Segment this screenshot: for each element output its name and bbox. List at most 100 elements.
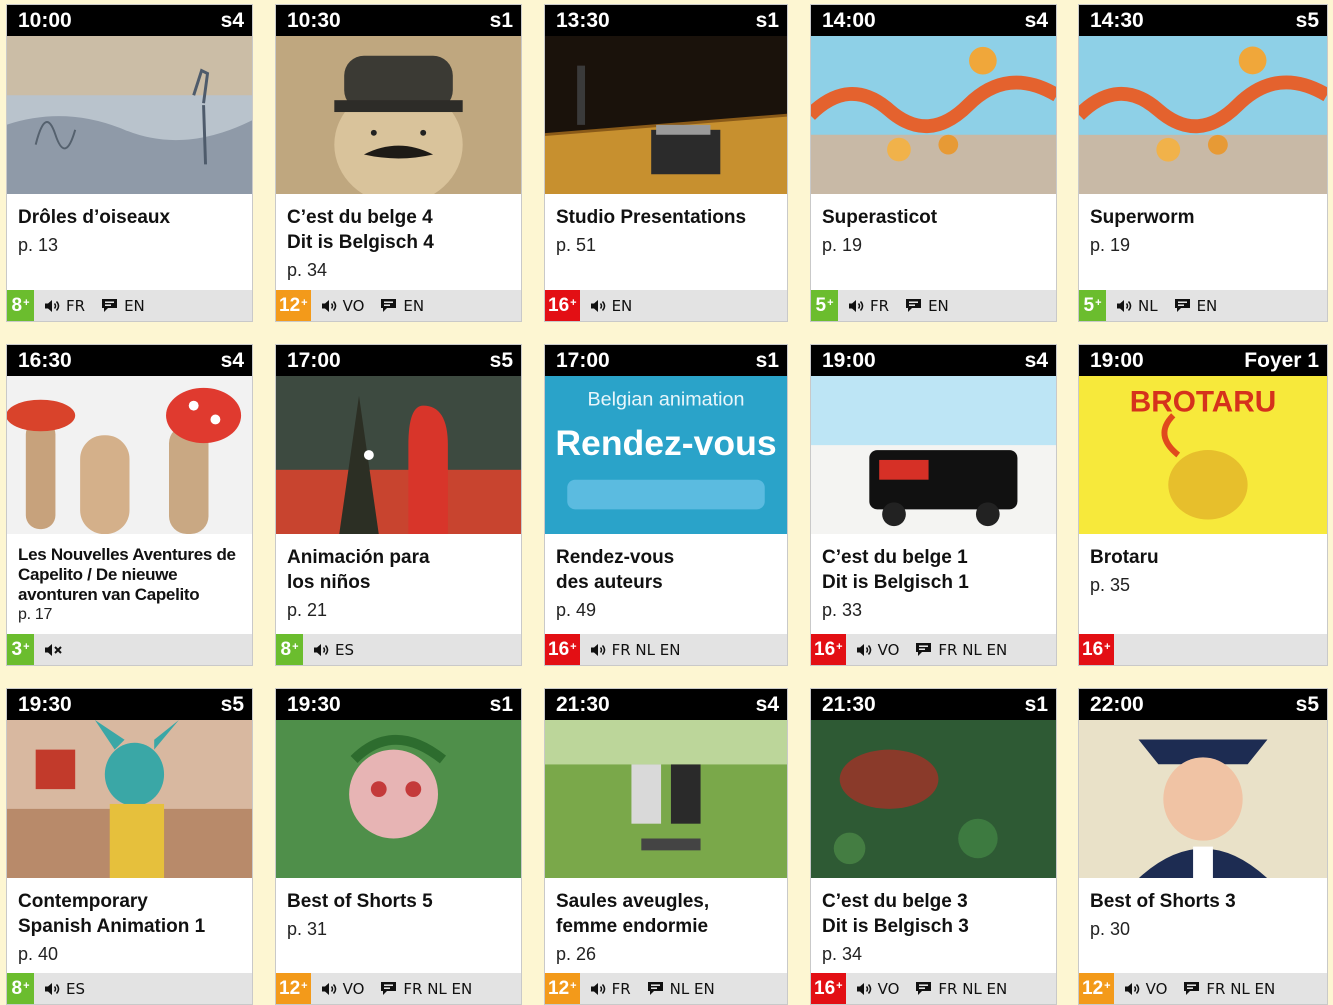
catalog-page-reference: p. 19	[822, 235, 863, 255]
card-header: 19:00 Foyer 1	[1079, 345, 1327, 376]
card-header: 10:30 s1	[276, 5, 521, 36]
film-title-text: Animación para los niños	[287, 547, 430, 593]
age-rating-badge: 12 +	[276, 973, 311, 1004]
screening-time: 14:30	[1090, 9, 1144, 32]
screening-card[interactable]: 22:00 s5 Best of Shorts 3 p. 30 12 + VO FR …	[1078, 688, 1328, 1005]
speech-bubble-icon	[380, 981, 397, 996]
age-rating-badge: 16 +	[811, 973, 846, 1004]
film-still-image	[545, 36, 787, 194]
audio-language: NL	[1138, 296, 1158, 315]
screening-card[interactable]: 10:30 s1 C’est du belge 4 Dit is Belgisch…	[275, 4, 522, 322]
screening-time: 14:00	[822, 9, 876, 32]
speech-bubble-icon	[915, 642, 932, 657]
speaker-icon	[44, 982, 60, 996]
screening-time: 19:30	[287, 693, 341, 716]
screening-info-bar: 3 +	[7, 634, 252, 665]
screening-info-bar: 5 + FR EN	[811, 290, 1056, 321]
card-header: 19:00 s4	[811, 345, 1056, 376]
subtitle-languages: FR NL EN	[938, 640, 1008, 659]
screening-card[interactable]: 17:00 s5 Animación para los niños p. 21 8…	[275, 344, 522, 666]
catalog-page-reference: p. 26	[556, 944, 597, 964]
screening-card[interactable]: 21:30 s1 C’est du belge 3 Dit is Belgisch…	[810, 688, 1057, 1005]
screening-card[interactable]: 19:00 s4 C’est du belge 1 Dit is Belgisch…	[810, 344, 1057, 666]
catalog-page-reference: p. 40	[18, 944, 59, 964]
card-header: 14:30 s5	[1079, 5, 1327, 36]
catalog-page-reference: p. 21	[287, 600, 328, 620]
speaker-icon	[321, 982, 337, 996]
screening-info-bar: 16 + VO FR NL EN	[811, 973, 1056, 1004]
image-title-text: BROTARU	[1130, 385, 1277, 418]
catalog-page-reference: p. 34	[822, 944, 863, 964]
speech-bubble-icon	[905, 298, 922, 313]
speech-bubble-icon	[647, 981, 664, 996]
film-title: Les Nouvelles Aventures de Capelito / De…	[18, 545, 246, 625]
age-rating-badge: 8 +	[7, 290, 34, 321]
film-title: Saules aveugles, femme endormie p. 26	[556, 889, 781, 967]
film-title: Best of Shorts 3 p. 30	[1090, 889, 1321, 942]
film-still-image	[7, 720, 252, 878]
age-rating-badge: 12 +	[1079, 973, 1114, 1004]
screening-card[interactable]: 13:30 s1 Studio Presentations p. 51 16 + E…	[544, 4, 788, 322]
screening-time: 19:30	[18, 693, 72, 716]
card-header: 13:30 s1	[545, 5, 787, 36]
film-title-text: Rendez-vous des auteurs	[556, 547, 675, 593]
screening-time: 13:30	[556, 9, 610, 32]
screening-card[interactable]: 19:30 s5 Contemporary Spanish Animation 1…	[6, 688, 253, 1005]
film-still-image	[7, 36, 252, 194]
subtitle-languages: FR NL EN	[938, 979, 1008, 998]
film-title-text: Best of Shorts 3	[1090, 891, 1236, 912]
screening-card[interactable]: 14:00 s4 Superasticot p. 19 5 + FR EN	[810, 4, 1057, 322]
card-header: 10:00 s4	[7, 5, 252, 36]
age-rating-badge: 16 +	[1079, 634, 1114, 665]
screening-card[interactable]: 16:30 s4 Les Nouvelles Aventures de Cape…	[6, 344, 253, 666]
screening-info-bar: 16 + FR NL EN	[545, 634, 787, 665]
speaker-icon	[1124, 982, 1140, 996]
audio-language: FR	[870, 296, 890, 315]
age-rating-badge: 16 +	[545, 634, 580, 665]
age-rating-badge: 16 +	[545, 290, 580, 321]
film-title-text: Superasticot	[822, 207, 938, 228]
screening-info-bar: 12 + VO FR NL EN	[276, 973, 521, 1004]
film-title: C’est du belge 1 Dit is Belgisch 1 p. 33	[822, 545, 1050, 623]
screening-room: s4	[220, 9, 244, 32]
film-title: Brotaru p. 35	[1090, 545, 1321, 598]
image-title-text: Rendez-vous	[555, 423, 776, 463]
screening-card[interactable]: 19:30 s1 Best of Shorts 5 p. 31 12 + VO FR …	[275, 688, 522, 1005]
screening-time: 19:00	[822, 349, 876, 372]
screening-card[interactable]: 17:00 s1 Belgian animation Rendez-vous Re…	[544, 344, 788, 666]
screening-card[interactable]: 21:30 s4 Saules aveugles, femme endormie …	[544, 688, 788, 1005]
card-header: 21:30 s1	[811, 689, 1056, 720]
age-rating-badge: 16 +	[811, 634, 846, 665]
subtitle-languages: FR NL EN	[1206, 979, 1276, 998]
film-title-text: Les Nouvelles Aventures de Capelito / De…	[18, 545, 236, 604]
screening-card[interactable]: 10:00 s4 Drôles d’oiseaux p. 13 8 + FR EN	[6, 4, 253, 322]
audio-language: VO	[342, 979, 365, 998]
film-title: Contemporary Spanish Animation 1 p. 40	[18, 889, 246, 967]
screening-time: 10:30	[287, 9, 341, 32]
audio-language: VO	[877, 979, 900, 998]
speech-bubble-icon	[101, 298, 118, 313]
screening-info-bar: 12 + VO EN	[276, 290, 521, 321]
screening-card[interactable]: 14:30 s5 Superworm p. 19 5 + NL EN	[1078, 4, 1328, 322]
screening-time: 22:00	[1090, 693, 1144, 716]
catalog-page-reference: p. 30	[1090, 919, 1131, 939]
audio-language: ES	[66, 979, 85, 998]
catalog-page-reference: p. 34	[287, 260, 328, 280]
film-still-image	[276, 720, 521, 878]
film-title: Rendez-vous des auteurs p. 49	[556, 545, 781, 623]
age-rating-badge: 3 +	[7, 634, 34, 665]
screening-info-bar: 8 + ES	[276, 634, 521, 665]
catalog-page-reference: p. 31	[287, 919, 328, 939]
card-header: 17:00 s5	[276, 345, 521, 376]
film-still-image: BROTARU	[1079, 376, 1327, 534]
screening-room: s1	[489, 693, 513, 716]
screening-card[interactable]: 19:00 Foyer 1 BROTARU Brotaru p. 35 16 +	[1078, 344, 1328, 666]
screening-info-bar: 8 + ES	[7, 973, 252, 1004]
age-rating-badge: 12 +	[276, 290, 311, 321]
film-still-image: Belgian animation Rendez-vous	[545, 376, 787, 534]
audio-language: FR	[611, 979, 631, 998]
card-header: 17:00 s1	[545, 345, 787, 376]
film-still-image	[811, 720, 1056, 878]
film-still-image	[276, 376, 521, 534]
film-title-text: Best of Shorts 5	[287, 891, 433, 912]
